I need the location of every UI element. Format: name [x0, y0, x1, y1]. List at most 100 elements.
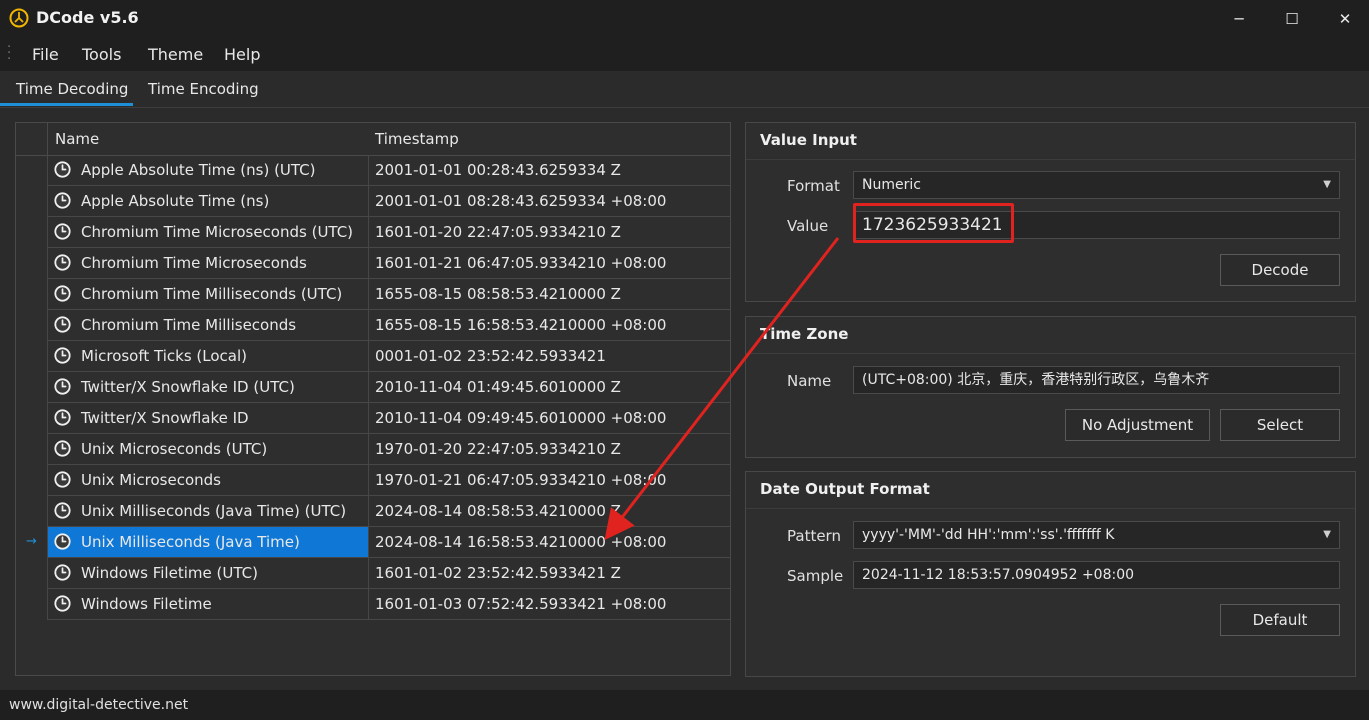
- table-row[interactable]: Windows Filetime (UTC) 1601-01-02 23:52:4…: [16, 558, 730, 589]
- table-row[interactable]: Unix Milliseconds (Java Time) (UTC) 2024-…: [16, 496, 730, 527]
- divider: [746, 353, 1355, 354]
- cell-timestamp[interactable]: 1970-01-21 06:47:05.9334210 +08:00: [368, 465, 730, 496]
- selected-row-arrow-icon: →: [26, 534, 37, 549]
- cell-timestamp[interactable]: 2024-08-14 08:58:53.4210000 Z: [368, 496, 730, 527]
- row-selector[interactable]: [16, 155, 47, 186]
- column-header-timestamp[interactable]: Timestamp: [368, 123, 730, 156]
- cell-name[interactable]: Apple Absolute Time (ns): [47, 186, 369, 217]
- cell-name[interactable]: Twitter/X Snowflake ID (UTC): [47, 372, 369, 403]
- cell-timestamp[interactable]: 1601-01-20 22:47:05.9334210 Z: [368, 217, 730, 248]
- decode-button[interactable]: Decode: [1220, 254, 1340, 286]
- clock-icon: [53, 160, 72, 179]
- table-row[interactable]: Twitter/X Snowflake ID (UTC) 2010-11-04 0…: [16, 372, 730, 403]
- value-label: Value: [787, 217, 829, 235]
- cell-name[interactable]: Chromium Time Microseconds: [47, 248, 369, 279]
- format-dropdown[interactable]: Numeric ▼: [853, 171, 1340, 199]
- cell-timestamp[interactable]: 1601-01-21 06:47:05.9334210 +08:00: [368, 248, 730, 279]
- cell-name[interactable]: Unix Milliseconds (Java Time): [47, 527, 369, 558]
- menu-help[interactable]: Help: [224, 45, 260, 64]
- cell-timestamp[interactable]: 2024-08-14 16:58:53.4210000 +08:00: [368, 527, 730, 558]
- sample-value: 2024-11-12 18:53:57.0904952 +08:00: [862, 567, 1135, 583]
- results-grid[interactable]: Name Timestamp Apple Absolute Time (ns) …: [15, 122, 731, 676]
- select-timezone-button[interactable]: Select: [1220, 409, 1340, 441]
- value-input-title: Value Input: [760, 131, 857, 149]
- row-header-corner: [16, 123, 48, 156]
- cell-name[interactable]: Unix Microseconds (UTC): [47, 434, 369, 465]
- cell-name[interactable]: Unix Microseconds: [47, 465, 369, 496]
- menu-bar: [0, 38, 1369, 71]
- table-row[interactable]: → Unix Milliseconds (Java Time) 2024-08-14…: [16, 527, 730, 558]
- cell-name[interactable]: Microsoft Ticks (Local): [47, 341, 369, 372]
- row-selector[interactable]: [16, 217, 47, 248]
- menu-tools[interactable]: Tools: [82, 45, 121, 64]
- no-adjustment-button[interactable]: No Adjustment: [1065, 409, 1210, 441]
- clock-icon: [53, 377, 72, 396]
- cell-timestamp[interactable]: 1601-01-03 07:52:42.5933421 +08:00: [368, 589, 730, 620]
- cell-name[interactable]: Chromium Time Microseconds (UTC): [47, 217, 369, 248]
- cell-name[interactable]: Windows Filetime: [47, 589, 369, 620]
- row-selector[interactable]: [16, 589, 47, 620]
- column-header-name[interactable]: Name: [47, 123, 369, 156]
- cell-name[interactable]: Twitter/X Snowflake ID: [47, 403, 369, 434]
- table-row[interactable]: Twitter/X Snowflake ID 2010-11-04 09:49:4…: [16, 403, 730, 434]
- cell-timestamp[interactable]: 2001-01-01 00:28:43.6259334 Z: [368, 155, 730, 186]
- row-selector[interactable]: [16, 341, 47, 372]
- row-name-text: Windows Filetime: [81, 595, 212, 613]
- cell-timestamp[interactable]: 2010-11-04 09:49:45.6010000 +08:00: [368, 403, 730, 434]
- status-text: www.digital-detective.net: [9, 697, 189, 713]
- cell-timestamp[interactable]: 0001-01-02 23:52:42.5933421: [368, 341, 730, 372]
- table-row[interactable]: Chromium Time Microseconds 1601-01-21 06:…: [16, 248, 730, 279]
- menu-file[interactable]: File: [32, 45, 59, 64]
- cell-name[interactable]: Apple Absolute Time (ns) (UTC): [47, 155, 369, 186]
- row-name-text: Unix Milliseconds (Java Time) (UTC): [81, 502, 347, 520]
- tab-time-encoding[interactable]: Time Encoding: [148, 80, 259, 98]
- cell-name[interactable]: Chromium Time Milliseconds: [47, 310, 369, 341]
- row-name-text: Windows Filetime (UTC): [81, 564, 258, 582]
- timezone-name-label: Name: [787, 372, 832, 390]
- row-selector[interactable]: [16, 279, 47, 310]
- table-row[interactable]: Apple Absolute Time (ns) 2001-01-01 08:28…: [16, 186, 730, 217]
- table-row[interactable]: Chromium Time Microseconds (UTC) 1601-01-…: [16, 217, 730, 248]
- table-row[interactable]: Apple Absolute Time (ns) (UTC) 2001-01-01…: [16, 155, 730, 186]
- minimize-button[interactable]: ─: [1216, 0, 1262, 38]
- cell-name[interactable]: Chromium Time Milliseconds (UTC): [47, 279, 369, 310]
- table-row[interactable]: Unix Microseconds 1970-01-21 06:47:05.933…: [16, 465, 730, 496]
- tab-time-decoding[interactable]: Time Decoding: [16, 80, 128, 98]
- row-selector[interactable]: [16, 403, 47, 434]
- clock-icon: [53, 408, 72, 427]
- row-selector[interactable]: [16, 310, 47, 341]
- row-timestamp-text: 1601-01-02 23:52:42.5933421 Z: [375, 564, 621, 582]
- row-selector[interactable]: [16, 186, 47, 217]
- cell-name[interactable]: Unix Milliseconds (Java Time) (UTC): [47, 496, 369, 527]
- cell-timestamp[interactable]: 1655-08-15 08:58:53.4210000 Z: [368, 279, 730, 310]
- timezone-name-field[interactable]: (UTC+08:00) 北京，重庆，香港特别行政区，乌鲁木齐: [853, 366, 1340, 394]
- row-selector[interactable]: [16, 496, 47, 527]
- table-row[interactable]: Unix Microseconds (UTC) 1970-01-20 22:47:…: [16, 434, 730, 465]
- cell-timestamp[interactable]: 1601-01-02 23:52:42.5933421 Z: [368, 558, 730, 589]
- maximize-button[interactable]: ☐: [1269, 0, 1315, 38]
- close-button[interactable]: ✕: [1322, 0, 1368, 38]
- row-selector[interactable]: [16, 465, 47, 496]
- row-selector[interactable]: [16, 434, 47, 465]
- table-row[interactable]: Chromium Time Milliseconds 1655-08-15 16:…: [16, 310, 730, 341]
- table-row[interactable]: Microsoft Ticks (Local) 0001-01-02 23:52:…: [16, 341, 730, 372]
- row-selector[interactable]: [16, 372, 47, 403]
- table-row[interactable]: Chromium Time Milliseconds (UTC) 1655-08-…: [16, 279, 730, 310]
- pattern-dropdown[interactable]: yyyy'-'MM'-'dd HH':'mm':'ss'.'fffffff K …: [853, 521, 1340, 549]
- row-timestamp-text: 1601-01-03 07:52:42.5933421 +08:00: [375, 595, 667, 613]
- cell-timestamp[interactable]: 2010-11-04 01:49:45.6010000 Z: [368, 372, 730, 403]
- table-row[interactable]: Windows Filetime 1601-01-03 07:52:42.5933…: [16, 589, 730, 620]
- row-timestamp-text: 2010-11-04 09:49:45.6010000 +08:00: [375, 409, 667, 427]
- cell-timestamp[interactable]: 2001-01-01 08:28:43.6259334 +08:00: [368, 186, 730, 217]
- row-selector[interactable]: [16, 248, 47, 279]
- cell-timestamp[interactable]: 1970-01-20 22:47:05.9334210 Z: [368, 434, 730, 465]
- row-selector[interactable]: →: [16, 527, 47, 558]
- maximize-icon: ☐: [1285, 10, 1299, 28]
- cell-timestamp[interactable]: 1655-08-15 16:58:53.4210000 +08:00: [368, 310, 730, 341]
- menu-theme[interactable]: Theme: [148, 45, 203, 64]
- clock-icon: [53, 191, 72, 210]
- cell-name[interactable]: Windows Filetime (UTC): [47, 558, 369, 589]
- row-selector[interactable]: [16, 558, 47, 589]
- sample-label: Sample: [787, 567, 844, 585]
- default-button[interactable]: Default: [1220, 604, 1340, 636]
